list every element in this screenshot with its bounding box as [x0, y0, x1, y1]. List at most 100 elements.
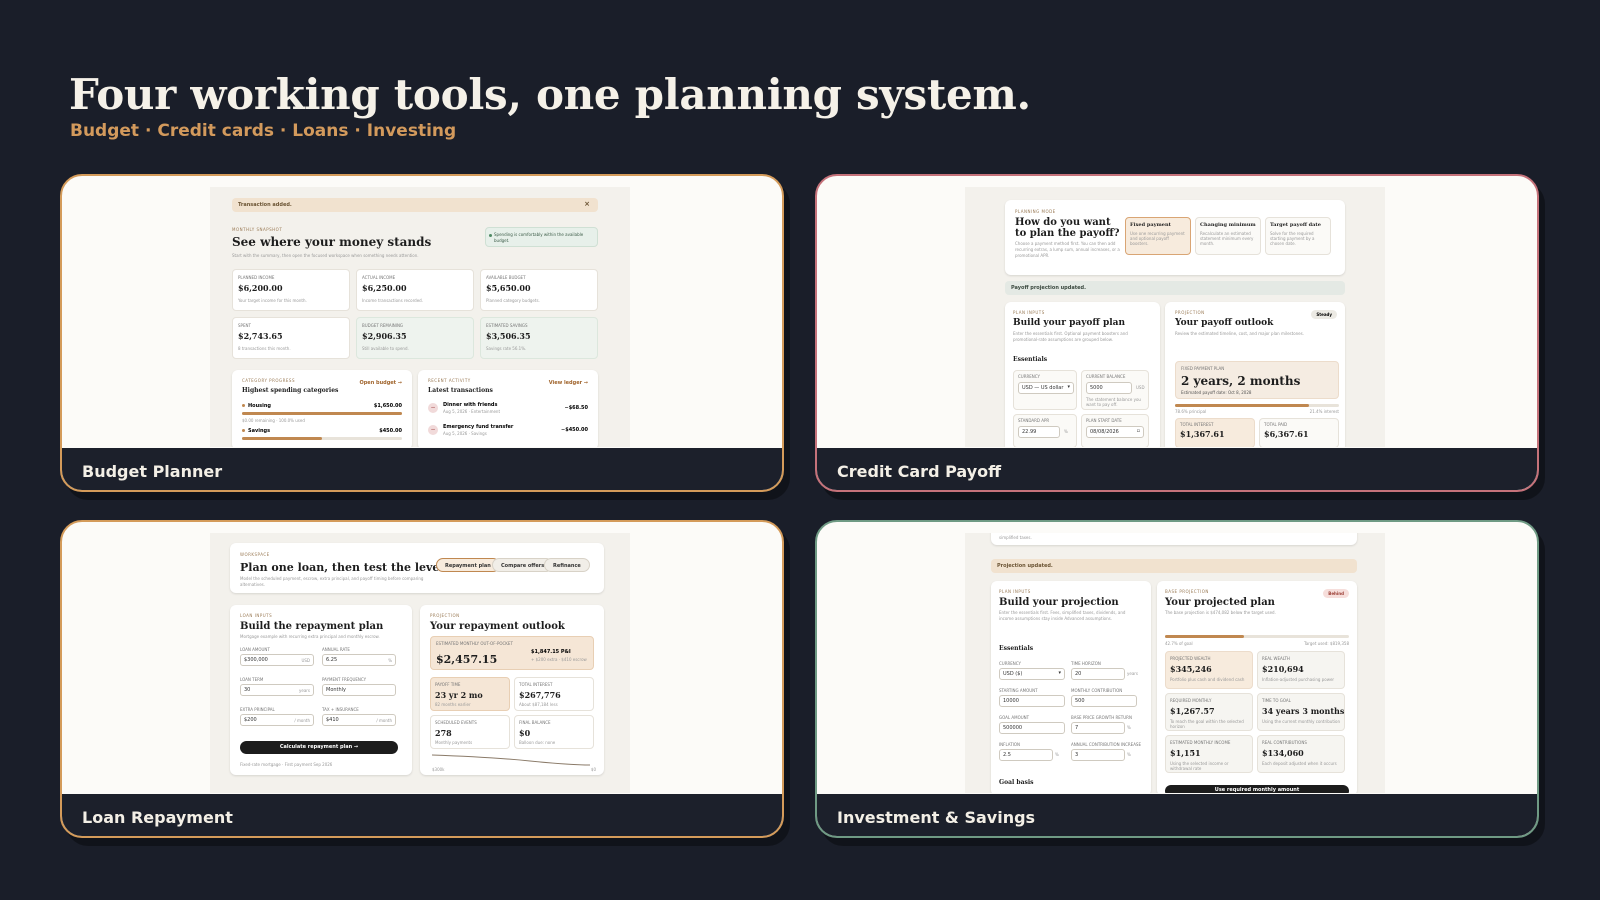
loan-stat-card: Total interest $267,776 About $87,184 less — [514, 677, 594, 711]
panel-title: How do you want to plan the payoff? — [1015, 217, 1120, 239]
kicker: Projection — [1175, 310, 1205, 315]
hero-title: Four working tools, one planning system. — [69, 70, 1031, 119]
card-caption: Credit Card Payoff — [817, 448, 1537, 490]
field-unit: % — [388, 658, 392, 663]
category-bar — [242, 412, 402, 415]
tab-repayment-plan[interactable]: Repayment plan — [436, 558, 500, 572]
apr-input[interactable]: 22.99 — [1018, 426, 1060, 438]
invest-stat-card: Required monthly $1,267.57 To reach the go… — [1165, 693, 1253, 731]
panel-title: Your payoff outlook — [1175, 318, 1274, 328]
card-loan-repayment[interactable]: Workspace Plan one loan, then test the l… — [60, 520, 784, 838]
stat-label: Real wealth — [1262, 656, 1290, 661]
invest-field-input[interactable]: 2.5 — [999, 749, 1053, 761]
balance-input[interactable]: 5000 — [1086, 382, 1132, 394]
category-amount: $1,650.00 — [373, 403, 402, 409]
panel-desc: Mortgage example with recurring extra pr… — [240, 634, 380, 639]
loan-field-input[interactable]: $410 / month — [322, 714, 396, 726]
card-caption: Loan Repayment — [62, 794, 782, 836]
field-value: $300,000 — [244, 657, 268, 663]
open-budget-link[interactable]: Open budget → — [359, 380, 402, 386]
stat-note: To reach the goal within the selected ho… — [1170, 719, 1244, 729]
stat-card: Spent $2,743.65 8 transactions this month. — [232, 317, 350, 359]
panel-title: Build the repayment plan — [240, 621, 384, 632]
view-ledger-link[interactable]: View ledger → — [549, 380, 588, 386]
field-group: Plan start date 08/08/2026 ▫ — [1081, 414, 1149, 447]
invest-field-input[interactable]: 7 — [1071, 722, 1125, 734]
invest-field-input[interactable]: 20 — [1071, 668, 1125, 680]
loan-field-input[interactable]: $300,000 USD — [240, 654, 314, 666]
loan-field-input[interactable]: $200 / month — [240, 714, 314, 726]
stat-note: Using the current monthly contribution — [1262, 719, 1340, 724]
card-budget-planner[interactable]: Transaction added. × Monthly snapshot See… — [60, 174, 784, 492]
stat-card: Available budget $5,650.00 Planned categor… — [480, 269, 598, 311]
use-required-monthly-button[interactable]: Use required monthly amount — [1165, 785, 1349, 793]
calculate-button[interactable]: Calculate repayment plan → — [240, 741, 398, 754]
panel-desc: Enter the essentials first. Optional pay… — [1013, 331, 1128, 342]
card-credit-card-payoff[interactable]: Planning mode How do you want to plan th… — [815, 174, 1539, 492]
txn-amount: −$450.00 — [561, 427, 588, 433]
invest-field-input[interactable]: 10000 — [999, 695, 1065, 707]
category-amount: $450.00 — [379, 428, 402, 434]
status-banner: Projection updated. — [991, 559, 1357, 573]
mode-target-date[interactable]: Target payoff date Solve for the required… — [1265, 217, 1331, 255]
field-unit: / month — [376, 718, 392, 723]
stat-total-interest: Total interest $1,367.61 — [1175, 418, 1255, 447]
stat-note: Using the selected income or withdrawal … — [1170, 761, 1229, 771]
section-title: Essentials — [1013, 356, 1048, 363]
field-label: Annual rate — [322, 647, 350, 652]
stat-note: Inflation-adjusted purchasing power — [1262, 677, 1335, 682]
projection-inputs-panel: Plan inputs Build your projection Enter … — [991, 581, 1151, 793]
field-value: $410 — [326, 717, 339, 723]
field-value: USD ($) — [1003, 671, 1023, 677]
stat-note: Planned category budgets. — [486, 298, 540, 303]
card-investment-savings[interactable]: simplified taxes. Projection updated. Pl… — [815, 520, 1539, 838]
invest-field-input[interactable]: 3 — [1071, 749, 1125, 761]
stat-total-paid: Total paid $6,367.61 — [1259, 418, 1339, 447]
kicker: Loan inputs — [240, 613, 273, 618]
field-label: Goal amount — [999, 715, 1030, 720]
field-label: Loan amount — [240, 647, 270, 652]
invest-field-input[interactable]: 500 — [1071, 695, 1137, 707]
txn-name: Dinner with friends — [443, 402, 498, 408]
category-name: Housing — [248, 403, 272, 409]
field-value: 500000 — [1003, 725, 1023, 731]
mode-changing-minimum[interactable]: Changing minimum Recalculate an estimated… — [1195, 217, 1261, 255]
inputs-panel: Plan inputs Build your payoff plan Enter… — [1005, 302, 1160, 447]
field-label: Currency — [999, 661, 1021, 666]
panel-desc: Enter the essentials first. Fees, simpli… — [999, 610, 1126, 621]
stat-value: $3,506.35 — [486, 331, 531, 341]
stat-value: 23 yr 2 mo — [435, 690, 483, 700]
invest-field-input[interactable]: 500000 — [999, 722, 1065, 734]
outlook-panel: Projection Your payoff outlook Steady Re… — [1165, 302, 1345, 447]
field-label: Time horizon — [1071, 661, 1101, 666]
stat-label: Planned income — [238, 275, 275, 280]
progress-left: 78.6% principal — [1175, 409, 1207, 414]
status-badge: Steady — [1311, 310, 1337, 319]
credit-payoff-preview: Planning mode How do you want to plan th… — [965, 187, 1385, 447]
loan-field-input[interactable]: Monthly — [322, 684, 396, 696]
loan-field-input[interactable]: 30 years — [240, 684, 314, 696]
currency-select[interactable]: USD — US dollar ▾ — [1018, 382, 1074, 394]
field-unit: % — [1055, 752, 1059, 757]
section-title: Essentials — [999, 645, 1034, 652]
invest-field-input[interactable]: USD ($) ▾ — [999, 668, 1065, 680]
invest-stat-card: Estimated monthly income $1,151 Using the … — [1165, 735, 1253, 773]
tab-refinance[interactable]: Refinance — [544, 558, 590, 572]
dot-icon — [242, 404, 245, 407]
field-value: 3 — [1075, 752, 1079, 758]
stat-card: Budget remaining $2,906.35 Still available… — [356, 317, 474, 359]
loan-field-input[interactable]: 6.25% — [322, 654, 396, 666]
axis-label: $0 — [590, 767, 596, 772]
field-label: Base price growth return — [1071, 715, 1132, 720]
minus-icon: − — [428, 425, 438, 435]
panel-title: Latest transactions — [428, 387, 493, 394]
field-group: Standard APR 22.99 % — [1013, 414, 1077, 447]
field-value: $200 — [244, 717, 257, 723]
start-date-input[interactable]: 08/08/2026 ▫ — [1086, 426, 1144, 438]
close-icon[interactable]: × — [584, 200, 590, 208]
field-label: Annual contribution increase — [1071, 742, 1142, 747]
mode-fixed-payment[interactable]: Fixed payment Use one recurring payment a… — [1125, 217, 1191, 255]
card-caption: Investment & Savings — [817, 794, 1537, 836]
kicker: Plan inputs — [999, 589, 1031, 594]
field-value: 10000 — [1003, 698, 1019, 704]
